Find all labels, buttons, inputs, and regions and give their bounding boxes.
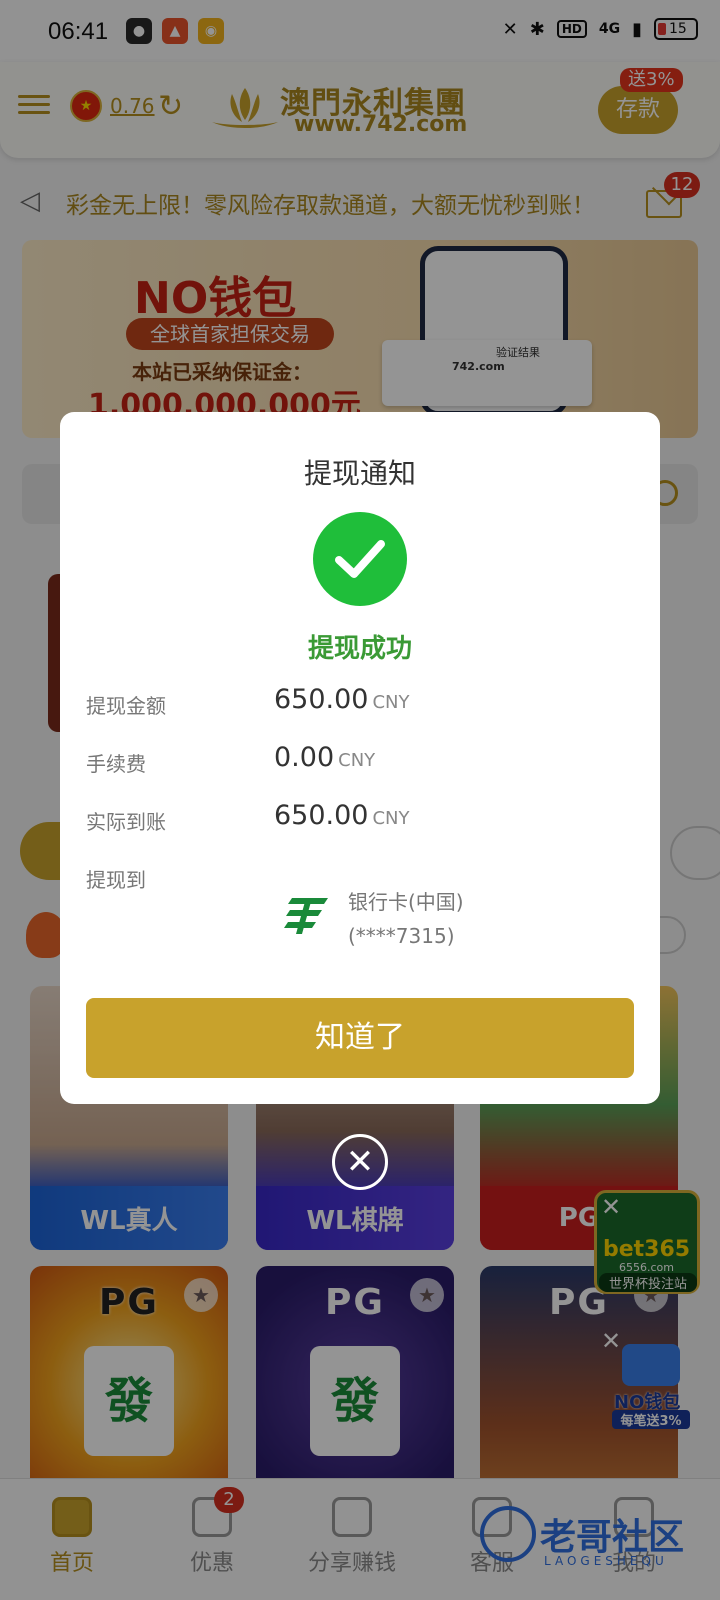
- bank-name: 银行卡(中国): [348, 890, 464, 914]
- amount-value: 650.00: [274, 684, 369, 715]
- received-value: 650.00: [274, 800, 369, 831]
- fee-label: 手续费: [86, 752, 146, 776]
- dialog-title: 提现通知: [303, 457, 416, 490]
- amount-value-row: 650.00 CNY: [274, 684, 410, 715]
- success-check-icon: [313, 512, 407, 606]
- amount-unit: CNY: [372, 692, 410, 713]
- received-label: 实际到账: [86, 810, 166, 834]
- amount-label: 提现金额: [86, 694, 166, 718]
- close-dialog-icon[interactable]: ✕: [332, 1134, 388, 1190]
- confirm-button[interactable]: 知道了: [86, 998, 634, 1078]
- withdrawal-notice-dialog: 提现通知 提现成功 提现金额 650.00 CNY 手续费 0.00 CNY 实际到…: [60, 412, 660, 1104]
- bank-account: (****7315): [348, 924, 455, 948]
- destination-label: 提现到: [86, 868, 146, 892]
- withdrawal-status: 提现成功: [307, 634, 412, 664]
- fee-unit: CNY: [338, 750, 376, 771]
- fee-value-row: 0.00 CNY: [274, 742, 375, 773]
- fee-value: 0.00: [274, 742, 335, 773]
- postal-bank-icon: [284, 898, 328, 934]
- received-value-row: 650.00 CNY: [274, 800, 410, 831]
- received-unit: CNY: [372, 808, 410, 829]
